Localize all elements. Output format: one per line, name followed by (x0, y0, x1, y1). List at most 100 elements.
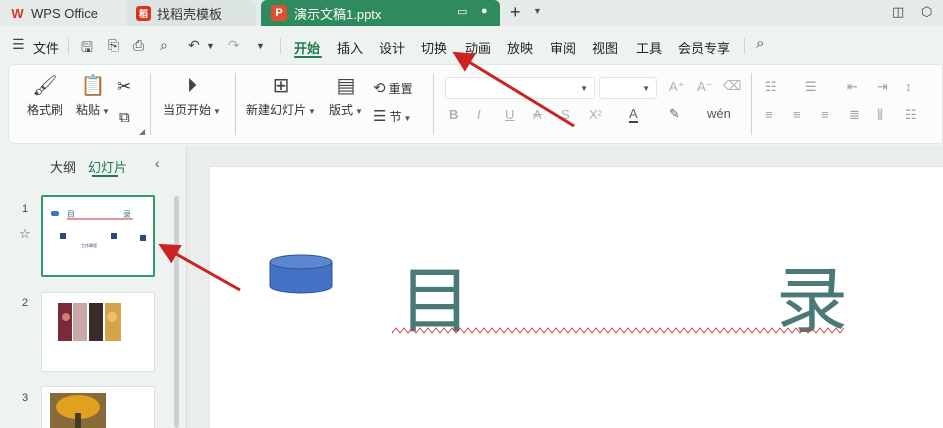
active-menu-indicator (294, 56, 322, 58)
format-painter-icon: 🖌 (32, 75, 58, 97)
window-layout-icon[interactable]: ◫ (892, 4, 904, 20)
print-icon[interactable]: ⎙ (133, 37, 144, 54)
hamburger-icon[interactable]: ☰ (12, 36, 25, 53)
tab-label: 找稻壳模板 (157, 6, 223, 22)
new-slide-button[interactable]: ⊞ 新建幻灯片 ▼ (245, 75, 317, 118)
thumbnail-preview (50, 393, 106, 428)
menu-tools[interactable]: 工具 (636, 38, 662, 57)
align-right-icon[interactable]: ≡ (821, 107, 829, 122)
tab-outline[interactable]: 大纲 (50, 157, 76, 176)
copy-icon[interactable]: ⧉ (119, 109, 130, 126)
tab-slides[interactable]: 幻灯片 (88, 157, 127, 176)
collapse-panel-icon[interactable]: ‹ (155, 155, 160, 171)
panel-scrollbar[interactable] (174, 196, 179, 428)
increase-indent-icon[interactable]: ⇥ (877, 79, 888, 95)
cube-icon[interactable]: ⬡ (921, 4, 932, 20)
chevron-down-icon[interactable]: ▼ (256, 41, 265, 51)
tab-label: 演示文稿1.pptx (294, 6, 382, 22)
slide-panel: 大纲 幻灯片 ‹ 1 ☆ 目 录 工作章程 2 3 (0, 146, 186, 428)
save-icon[interactable]: 🖫 (81, 37, 93, 61)
shadow-icon[interactable]: S (561, 107, 570, 122)
distribute-icon[interactable]: ☷ (905, 107, 917, 123)
svg-text:目: 目 (67, 210, 75, 219)
underline-icon[interactable]: U (505, 107, 514, 122)
columns-icon[interactable]: ⫼ (877, 107, 883, 123)
align-center-icon[interactable]: ≡ (793, 107, 801, 122)
unsaved-dot-icon[interactable]: ● (481, 5, 488, 17)
slide-thumbnail-3[interactable] (41, 386, 155, 428)
paste-button[interactable]: 📋 粘贴 ▼ (73, 75, 113, 118)
justify-icon[interactable]: ≣ (849, 107, 860, 123)
menu-view[interactable]: 视图 (592, 38, 618, 57)
increase-font-icon[interactable]: A⁺ (669, 79, 685, 95)
menu-file[interactable]: 文件 (33, 38, 59, 57)
export-icon[interactable]: ⎘ (108, 37, 119, 54)
thumbnail-preview (58, 303, 121, 341)
strikethrough-icon[interactable]: A (533, 107, 542, 122)
menu-design[interactable]: 设计 (379, 38, 405, 57)
layout-icon: ▤ (336, 75, 356, 97)
line-spacing-icon[interactable]: ↕ (905, 79, 912, 94)
italic-icon[interactable]: I (477, 107, 481, 122)
menu-animations[interactable]: 动画 (465, 38, 491, 57)
font-size-select[interactable]: ▼ (599, 77, 657, 99)
slide-thumbnail-2[interactable] (41, 292, 155, 372)
align-left-icon[interactable]: ≡ (765, 107, 773, 122)
tab-template-store[interactable]: 稻 找稻壳模板 (126, 0, 256, 26)
section-button[interactable]: ☰ 节 ▼ (373, 107, 411, 125)
chevron-down-icon: ▼ (355, 107, 363, 116)
play-from-current-button[interactable]: ⏵ 当页开始 ▼ (159, 75, 225, 118)
menu-slideshow[interactable]: 放映 (507, 38, 533, 57)
star-icon[interactable]: ☆ (19, 226, 31, 242)
undo-dropdown-icon[interactable]: ▼ (206, 41, 215, 51)
menu-review[interactable]: 审阅 (550, 38, 576, 57)
bullet-list-icon[interactable]: ☷ (765, 79, 777, 95)
cylinder-shape[interactable] (268, 253, 338, 295)
font-color-icon[interactable]: A (629, 106, 638, 123)
redo-icon[interactable]: ↷ (228, 37, 240, 54)
chevron-down-icon: ▼ (642, 84, 650, 93)
chevron-down-icon: ▼ (102, 107, 110, 116)
spellcheck-squiggle (392, 327, 844, 334)
cut-icon[interactable]: ✂ (117, 77, 131, 97)
clipboard-expand-icon[interactable]: ◢ (139, 127, 145, 136)
new-tab-icon[interactable]: + (510, 2, 521, 23)
menu-transitions[interactable]: 切换 (421, 38, 447, 57)
clear-format-icon[interactable]: ⌫ (723, 78, 741, 94)
decrease-font-icon[interactable]: A⁻ (697, 79, 713, 95)
font-family-select[interactable]: ▼ (445, 77, 595, 99)
superscript-icon[interactable]: X² (589, 107, 602, 122)
tab-presentation[interactable]: P 演示文稿1.pptx ▭ ● (261, 0, 500, 26)
highlight-icon[interactable]: ✎ (669, 106, 680, 122)
tab-label: WPS Office (31, 5, 98, 21)
reset-icon: ⟲ (373, 80, 386, 97)
divider (751, 73, 752, 135)
menu-home[interactable]: 开始 (294, 38, 320, 57)
format-painter-label: 格式刷 (26, 103, 63, 117)
search-icon[interactable]: ⌕ (756, 35, 764, 52)
format-painter-button[interactable]: 🖌 格式刷 (25, 75, 65, 118)
paste-label: 粘贴 (76, 103, 101, 117)
title-bar: W WPS Office 稻 找稻壳模板 P 演示文稿1.pptx ▭ ● + … (0, 0, 943, 26)
play-icon: ⏵ (187, 75, 197, 97)
layout-button[interactable]: ▤ 版式 ▼ (325, 75, 367, 118)
menu-insert[interactable]: 插入 (337, 38, 363, 57)
chevron-down-icon[interactable]: ▼ (533, 6, 542, 16)
reset-button[interactable]: ⟲ 重置 (373, 79, 413, 97)
undo-icon[interactable]: ↶ (188, 37, 200, 54)
slide-canvas[interactable]: 目 录 (209, 166, 943, 428)
phonetic-icon[interactable]: wén (707, 106, 731, 121)
divider (280, 38, 281, 54)
bold-icon[interactable]: B (449, 107, 458, 122)
print-preview-icon[interactable]: ⌕ (160, 37, 168, 54)
svg-text:录: 录 (123, 210, 131, 219)
reset-label: 重置 (388, 82, 413, 96)
numbered-list-icon[interactable]: ☰ (805, 79, 817, 95)
slide-thumbnail-1[interactable]: 目 录 工作章程 (41, 195, 155, 277)
decrease-indent-icon[interactable]: ⇤ (847, 79, 858, 95)
monitor-icon[interactable]: ▭ (457, 5, 467, 18)
tab-wps-office[interactable]: W WPS Office (0, 0, 120, 26)
menu-member[interactable]: 会员专享 (678, 38, 730, 57)
divider (433, 73, 434, 135)
ribbon-toolbar: 🖌 格式刷 📋 粘贴 ▼ ✂ ⧉ ◢ ⏵ 当页开始 ▼ ⊞ 新建幻灯片 ▼ ▤ 版式 ▼… (8, 64, 943, 144)
